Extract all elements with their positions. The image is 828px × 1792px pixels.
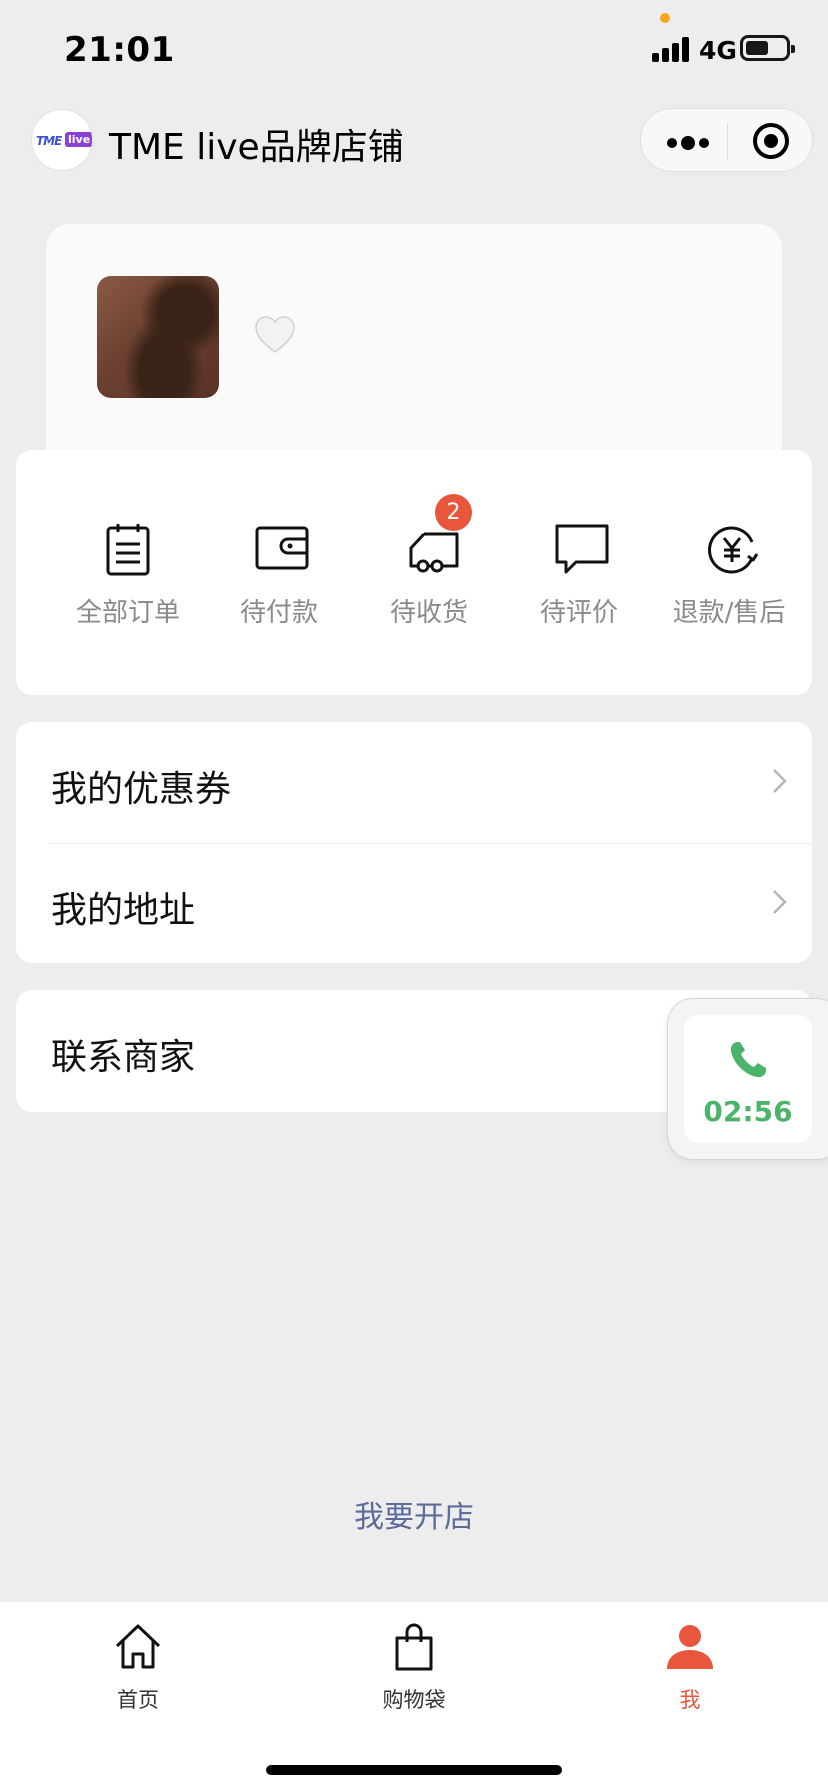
pending-delivery-badge: 2 (435, 494, 472, 531)
menu-coupons[interactable]: 我的优惠券 (16, 722, 812, 842)
capsule-divider (727, 123, 728, 159)
tab-me[interactable]: 我 (620, 1622, 760, 1722)
order-label: 全部订单 (75, 598, 180, 628)
comment-icon (555, 524, 609, 574)
menu-address[interactable]: 我的地址 (16, 843, 812, 963)
user-icon (667, 1625, 713, 1669)
miniprogram-capsule (640, 108, 813, 172)
order-label: 退款/售后 (672, 598, 786, 628)
store-logo[interactable]: TME live (31, 109, 93, 171)
menu-label: 我的优惠券 (51, 769, 232, 810)
tab-label: 我 (679, 1688, 701, 1712)
status-time: 21:01 (64, 30, 175, 70)
tab-shopping-bag[interactable]: 购物袋 (344, 1622, 484, 1722)
home-indicator (266, 1765, 562, 1775)
order-label: 待付款 (239, 598, 318, 628)
tab-label: 购物袋 (382, 1688, 446, 1712)
privacy-indicator-dot (660, 13, 670, 23)
orders-card: 全部订单 待付款 待收货 待评价 退款/售后 (16, 450, 812, 695)
menu-label: 联系商家 (51, 1037, 196, 1078)
tab-home[interactable]: 首页 (68, 1622, 208, 1722)
order-label: 待收货 (389, 598, 468, 628)
order-pending-delivery[interactable]: 待收货 (354, 522, 504, 642)
home-icon (115, 1624, 161, 1669)
logo-text-tme: TME (36, 134, 62, 148)
clipboard-icon (106, 524, 150, 576)
avatar[interactable] (97, 276, 219, 398)
network-type: 4G (699, 36, 737, 65)
wallet-icon (255, 526, 309, 570)
tab-bar: 首页 购物袋 我 (0, 1602, 828, 1792)
refund-icon (708, 526, 759, 574)
order-refund[interactable]: 退款/售后 (654, 522, 804, 642)
menu-label: 我的地址 (51, 890, 196, 931)
close-miniprogram-icon[interactable] (753, 123, 789, 159)
call-status[interactable]: 02:56 (684, 1015, 812, 1143)
call-duration: 02:56 (703, 1095, 793, 1128)
phone-icon (730, 1042, 766, 1078)
page-title: TME live品牌店铺 (109, 127, 404, 168)
chevron-right-icon (773, 890, 787, 914)
order-pending-review[interactable]: 待评价 (504, 522, 654, 642)
chevron-right-icon (773, 769, 787, 793)
heart-icon (255, 316, 295, 353)
more-options-icon[interactable] (665, 121, 715, 161)
tab-label: 首页 (117, 1688, 159, 1712)
order-all[interactable]: 全部订单 (53, 522, 203, 642)
signal-icon (652, 36, 692, 62)
divider (50, 843, 812, 844)
logo-text-live: live (65, 132, 92, 147)
battery-icon (740, 35, 795, 61)
shopping-bag-icon (395, 1623, 433, 1671)
open-shop-link[interactable]: 我要开店 (0, 1492, 828, 1536)
order-pending-payment[interactable]: 待付款 (204, 522, 354, 642)
order-label: 待评价 (539, 598, 618, 628)
